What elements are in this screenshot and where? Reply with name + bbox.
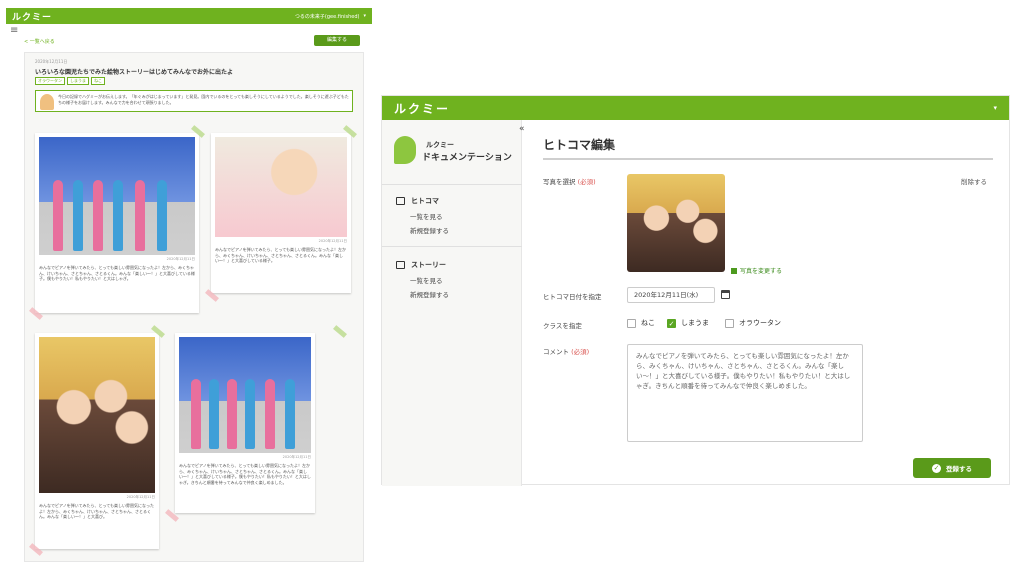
edit-form: ヒトコマ編集 写真を選択 (必須) 削除する 写真を変更する ヒトコマ日付を指定… [543, 120, 993, 486]
story-title: いろいろな園児たちでみた絵物ストーリーはじめてみんなでお外に出たよ [35, 69, 234, 76]
user-name: つるの未来子(gee.finished) [294, 13, 360, 20]
sidebar-item-story-list[interactable]: 一覧を見る [410, 275, 443, 285]
collapse-sidebar-icon[interactable]: « [519, 124, 525, 134]
sidebar: ルクミー ドキュメンテーション ヒトコマ 一覧を見る 新規登録する ストーリー … [382, 120, 522, 486]
story-note: 今日の記録でハグミーがお伝えします。「年ぐみがはじまっています」と発見。園内でい… [35, 90, 353, 112]
class-option-neko[interactable]: ねこ [627, 318, 655, 328]
tape-decoration [333, 325, 347, 338]
submit-button[interactable]: ✓ 登録する [913, 458, 991, 478]
checkbox[interactable] [627, 318, 636, 328]
story-preview-window: ルクミー つるの未来子(gee.finished) ▾ ≡ < 一覧へ戻る 編集… [6, 8, 372, 568]
edit-window: ルクミー ▾ ルクミー ドキュメンテーション ヒトコマ 一覧を見る 新規登録する… [381, 95, 1010, 486]
calendar-icon[interactable] [721, 290, 730, 299]
image-icon [396, 197, 405, 205]
photo-kids-toothbrush [215, 137, 347, 237]
chevron-down-icon: ▾ [363, 13, 366, 19]
required-mark: (必須) [577, 178, 596, 186]
nav-section-label: ヒトコマ [411, 197, 439, 205]
story-tag: しまうま [67, 77, 89, 85]
class-option-label: ねこ [641, 319, 655, 327]
comment-label: コメント (必須) [543, 346, 589, 356]
card-date: 2020年12月11日 [166, 257, 195, 261]
class-option-label: オラウータン [739, 319, 781, 327]
app-header: ルクミー ▾ [382, 96, 1009, 120]
card-date: 2020年12月11日 [318, 239, 347, 243]
card-date: 2020年12月11日 [282, 455, 311, 459]
story-tags: オラウータン しまうま ねこ [35, 77, 105, 85]
divider [543, 158, 993, 160]
card-date: 2020年12月11日 [126, 495, 155, 499]
hamburger-menu-icon[interactable]: ≡ [10, 26, 18, 36]
brand-leaf-icon [394, 136, 416, 164]
photo-card[interactable]: 2020年12月11日 みんなでピアノを弾いてみたら、とっても楽しい雰囲気になっ… [35, 133, 199, 313]
checkbox-checked[interactable]: ✓ [667, 318, 676, 328]
photo-label: 写真を選択 (必須) [543, 176, 596, 186]
brand-name: ルクミー [426, 141, 454, 149]
chevron-down-icon[interactable]: ▾ [993, 104, 997, 112]
divider [382, 246, 522, 247]
character-avatar [40, 94, 54, 110]
sidebar-item-hitokoma-new[interactable]: 新規登録する [410, 225, 449, 235]
class-option-label: しまうま [681, 319, 709, 327]
sidebar-item-hitokoma-list[interactable]: 一覧を見る [410, 211, 443, 221]
story-tag: ねこ [91, 77, 105, 85]
nav-section-label: ストーリー [411, 261, 446, 269]
change-photo-label: 写真を変更する [740, 268, 783, 275]
images-icon [396, 261, 405, 269]
nav-section-story: ストーリー [396, 260, 446, 270]
image-icon [731, 267, 737, 274]
user-menu[interactable]: つるの未来子(gee.finished) ▾ [295, 13, 366, 20]
app-logo: ルクミー [394, 101, 451, 116]
card-caption: みんなでピアノを弾いてみたら、とっても楽しい雰囲気になったよ！左から、みくちゃん… [215, 247, 346, 263]
app-logo: ルクミー [12, 12, 53, 23]
card-caption: みんなでピアノを弾いてみたら、とっても楽しい雰囲気になったよ！左から、みくちゃん… [39, 503, 154, 519]
submit-label: 登録する [946, 465, 972, 473]
card-caption: みんなでピアノを弾いてみたら、とっても楽しい雰囲気になったよ！左から、みくちゃん… [179, 463, 311, 485]
card-caption: みんなでピアノを弾いてみたら、とっても楽しい雰囲気になったよ！左から、みくちゃん… [39, 265, 195, 281]
comment-label-text: コメント [543, 348, 569, 356]
photo-kids-group [39, 337, 155, 493]
photo-kids-outdoor [179, 337, 311, 453]
photo-card[interactable]: 2020年12月11日 みんなでピアノを弾いてみたら、とっても楽しい雰囲気になっ… [211, 133, 351, 293]
brand-subtitle: ドキュメンテーション [422, 153, 512, 163]
photo-card[interactable]: 2020年12月11日 みんなでピアノを弾いてみたら、とっても楽しい雰囲気になっ… [175, 333, 315, 513]
story-note-text: 今日の記録でハグミーがお伝えします。「年ぐみがはじまっています」と発見。園内でい… [58, 94, 349, 105]
date-label: ヒトコマ日付を指定 [543, 293, 602, 301]
photo-card[interactable]: 2020年12月11日 みんなでピアノを弾いてみたら、とっても楽しい雰囲気になっ… [35, 333, 159, 549]
back-to-list-link[interactable]: < 一覧へ戻る [24, 38, 55, 45]
change-photo-link[interactable]: 写真を変更する [731, 266, 782, 275]
comment-textarea[interactable]: みんなでピアノを弾いてみたら、とっても楽しい雰囲気になったよ！左から、みくちゃん… [627, 344, 863, 442]
date-input[interactable]: 2020年12月11日(水) [627, 287, 715, 303]
story-sheet: 2020年12月11日 いろいろな園児たちでみた絵物ストーリーはじめてみんなでお… [24, 52, 364, 562]
nav-section-hitokoma: ヒトコマ [396, 196, 439, 206]
required-mark: (必須) [571, 348, 590, 356]
class-option-orangutan[interactable]: オラウータン [725, 318, 781, 328]
story-date: 2020年12月11日 [35, 59, 68, 64]
check-circle-icon: ✓ [932, 463, 941, 473]
app-header: ルクミー つるの未来子(gee.finished) ▾ [6, 8, 372, 24]
documentation-brand: ルクミー ドキュメンテーション [394, 132, 514, 172]
photo-kids-outdoor [39, 137, 195, 255]
class-option-shimauma[interactable]: ✓ しまうま [667, 318, 709, 328]
selected-photo[interactable] [627, 174, 725, 272]
delete-button[interactable]: 削除する [961, 176, 987, 186]
page-title: ヒトコマ編集 [543, 138, 616, 152]
class-label: クラスを指定 [543, 322, 582, 330]
edit-button[interactable]: 編集する [314, 35, 360, 46]
story-tag: オラウータン [35, 77, 65, 85]
divider [382, 184, 522, 185]
checkbox[interactable] [725, 318, 734, 328]
sidebar-item-story-new[interactable]: 新規登録する [410, 289, 449, 299]
photo-label-text: 写真を選択 [543, 178, 576, 186]
